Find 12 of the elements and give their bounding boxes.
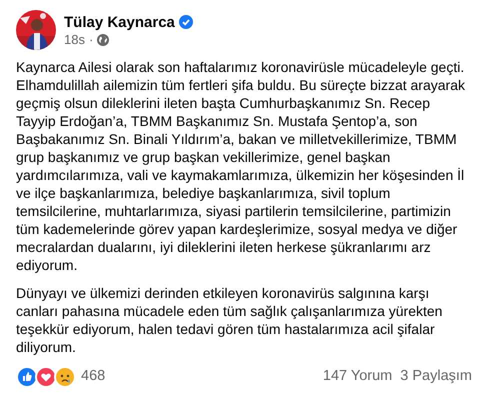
post-paragraph: Dünyayı ve ülkemizi derinden etkileyen koronavirüs salgınına karşı canları pahasına mücadele eden tüm sağlık çalışanlarımıza yürekten teşekkür ediyorum, halen tedavi gören tüm hastalarımıza acil şifalar diliyorum. [16, 284, 444, 356]
author-name[interactable]: Tülay Kaynarca [64, 12, 175, 32]
comments-link[interactable]: 147 Yorum [322, 366, 392, 388]
post-time[interactable]: 18s [64, 32, 85, 48]
sad-reaction-icon[interactable] [54, 366, 76, 388]
reaction-count[interactable]: 468 [81, 366, 106, 388]
shares-link[interactable]: 3 Paylaşım [400, 366, 472, 388]
post-paragraph: Kaynarca Ailesi olarak son haftalarımız koronavirüsle mücadeleyle geçti. Elhamdulillah ailemizin tüm fertleri şifa buldu. Bu süreçte bizzat arayarak geçmiş olsun dileklerini ileten başta Cumhurbaşkanımız Sn. Recep Tayyip Erdoğan’a, TBMM Başkanımız Sn. Mustafa Şentop’a, son Başbakanımız Sn. Binali Yıldırım’a, bakan ve milletvekillerimize, TBMM grup başkanımız ve grup başkan vekillerimize, genel başkan yardımcılarımıza, vali ve kaymakamlarımıza, ülkemizin her köşesinden İl ve ilçe başkanlarımıza, belediye başkanlarımıza, sivil toplum temsilcilerine, muhtarlarımıza, siyasi partilerin temsilcilerine, partimizin tüm kademelerinde görev yapan kardeşlerimize, sosyal medya ve diğer mecralardan dualarını, iyi dileklerini ileten herkese şükranlarımı arz ediyorum. [16, 58, 466, 274]
like-reaction-icon[interactable] [16, 366, 38, 388]
globe-icon [97, 34, 110, 46]
love-reaction-icon[interactable] [35, 366, 57, 388]
separator-dot: · [88, 32, 94, 48]
